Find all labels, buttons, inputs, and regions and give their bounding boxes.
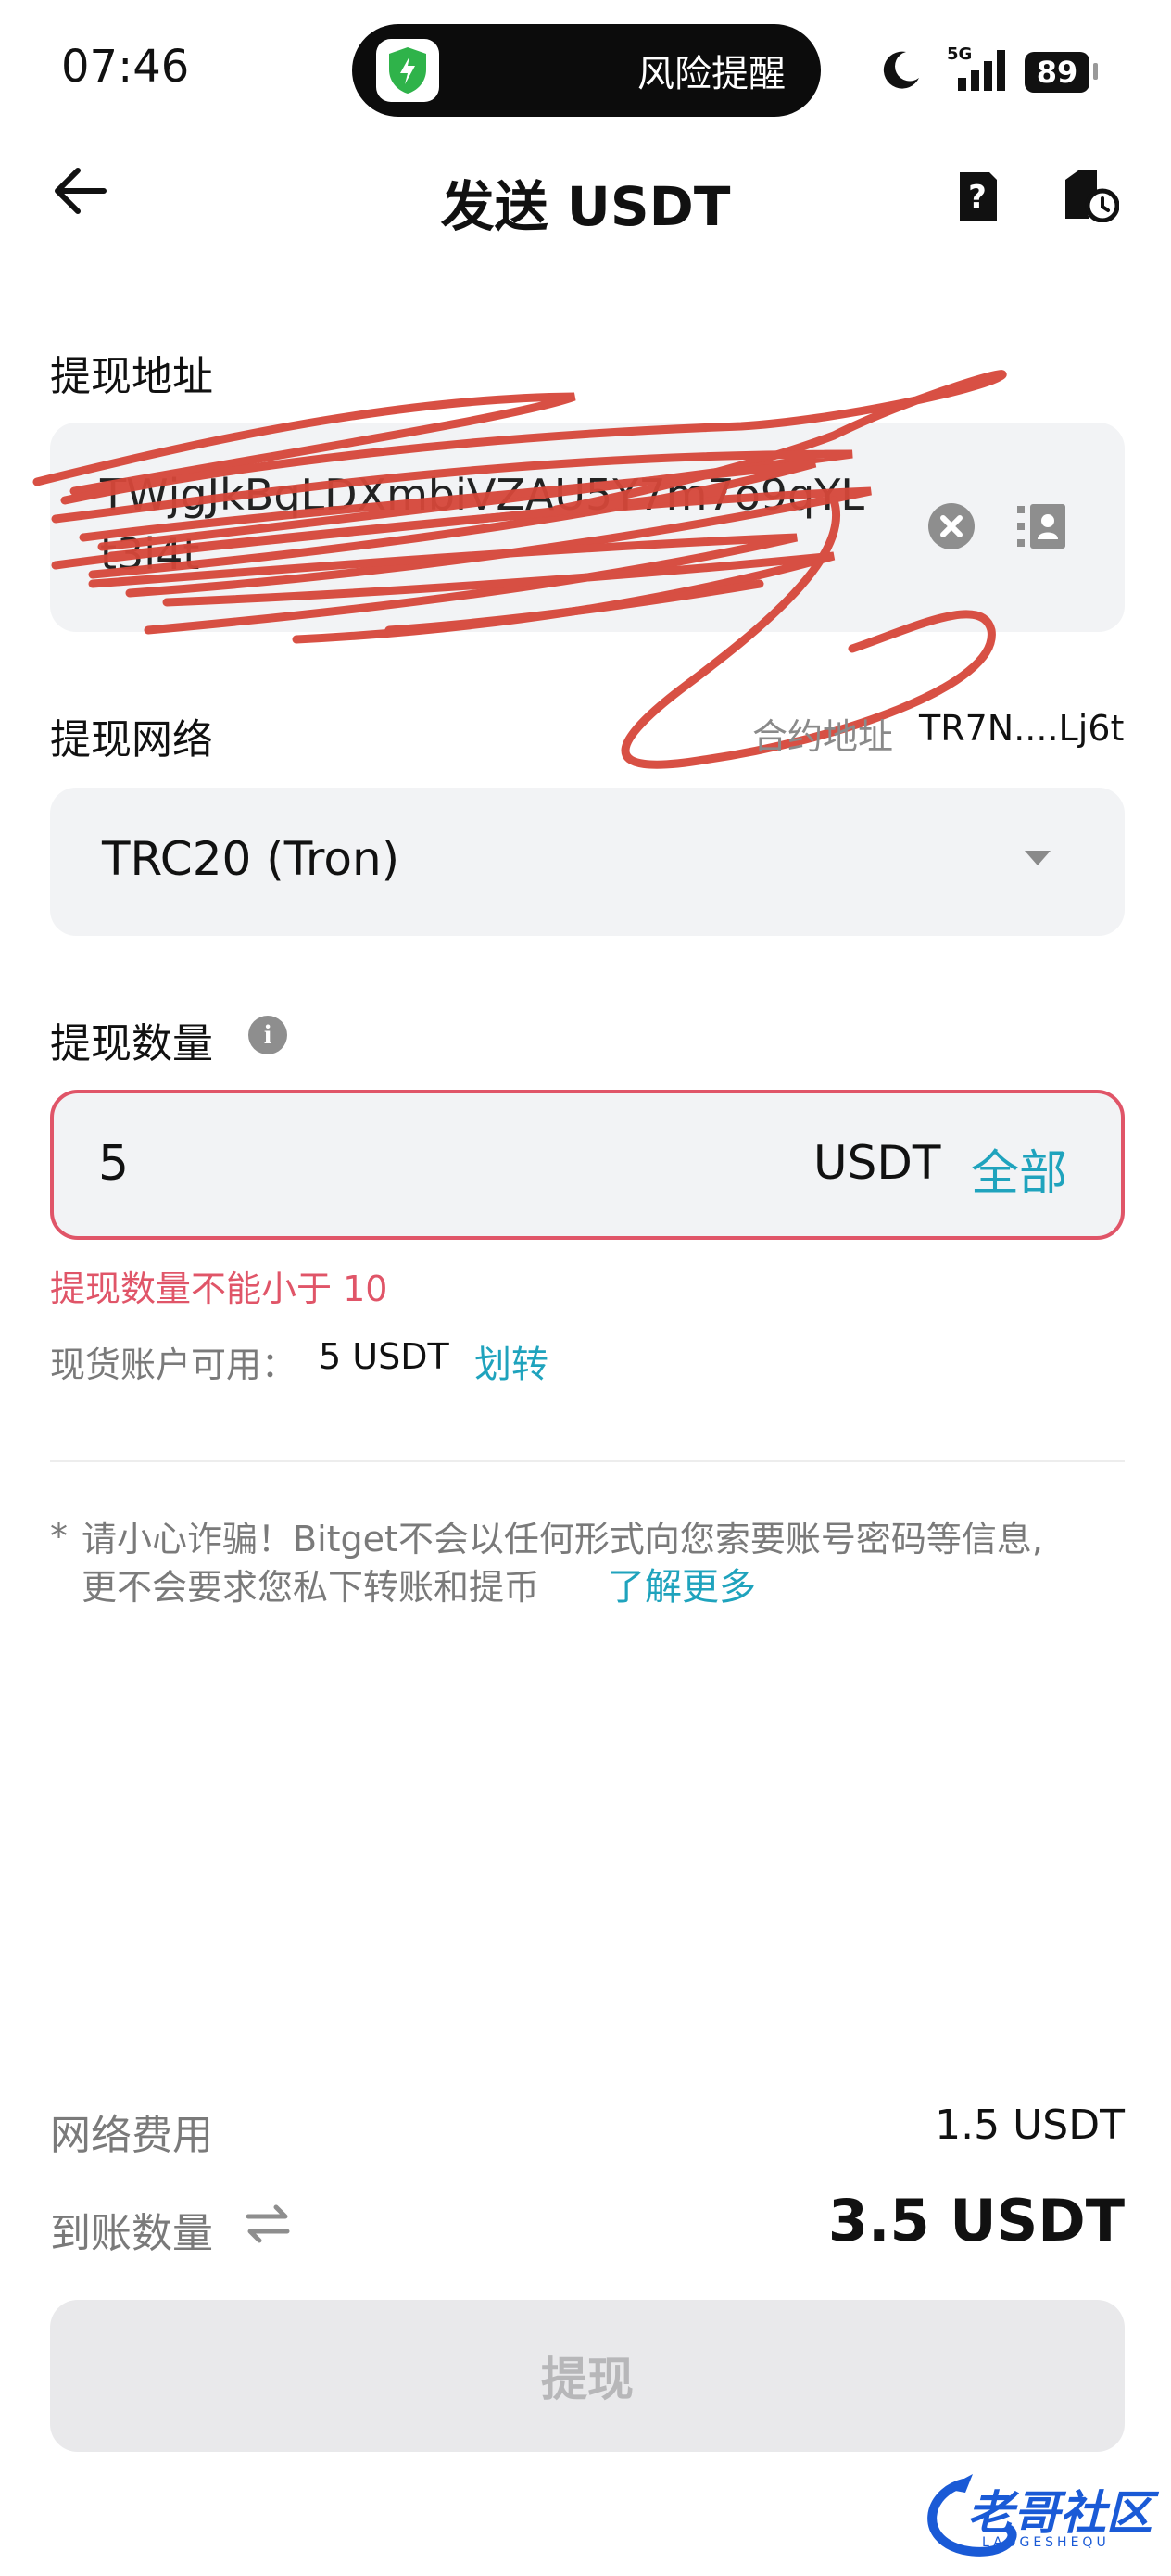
- receive-amount-value: 3.5 USDT: [827, 2187, 1125, 2254]
- contacts-icon[interactable]: [1015, 502, 1067, 554]
- network-fee-value: 1.5 USDT: [935, 2102, 1125, 2149]
- transfer-link[interactable]: 划转: [474, 1334, 548, 1388]
- contract-address-label: 合约地址: [752, 716, 894, 757]
- caret-down-icon[interactable]: [1025, 851, 1051, 865]
- contract-address-value[interactable]: TR7N....Lj6t: [919, 708, 1124, 749]
- info-icon[interactable]: i: [248, 1016, 287, 1054]
- network-selected-value[interactable]: TRC20 (Tron): [102, 832, 399, 886]
- moon-icon: [878, 46, 925, 96]
- warning-text-line2: 更不会要求您私下转账和提币: [82, 1567, 540, 1608]
- watermark-text: 老哥社区: [967, 2486, 1152, 2540]
- divider: [50, 1460, 1125, 1462]
- withdraw-submit-button[interactable]: 提现: [50, 2300, 1125, 2452]
- network-type: 5G: [947, 44, 972, 64]
- battery-tip: [1093, 63, 1098, 80]
- warning-text-line1: 请小心诈骗！Bitget不会以任何形式向您索要账号密码等信息,: [82, 1519, 1044, 1559]
- signal-icon: 5G: [941, 43, 1019, 102]
- shield-icon: [376, 39, 439, 102]
- network-label: 提现网络: [50, 716, 213, 764]
- quantity-input[interactable]: 5: [98, 1136, 129, 1192]
- quantity-field[interactable]: [50, 1090, 1125, 1240]
- dynamic-island-alert[interactable]: 风险提醒: [352, 24, 821, 117]
- alert-text: 风险提醒: [637, 53, 786, 95]
- withdraw-all-button[interactable]: 全部: [971, 1134, 1067, 1204]
- quantity-error-text: 提现数量不能小于 10: [50, 1269, 388, 1309]
- quantity-unit: USDT: [813, 1136, 941, 1190]
- history-icon[interactable]: [1062, 169, 1120, 226]
- watermark-subtext: LAOGESHEQU: [982, 2535, 1110, 2550]
- available-balance-label: 现货账户可用：: [50, 1345, 297, 1385]
- quantity-label: 提现数量: [50, 1020, 213, 1067]
- status-time: 07:46: [61, 41, 190, 93]
- available-balance-value: 5 USDT: [319, 1336, 449, 1377]
- svg-text:?: ?: [968, 179, 987, 216]
- receive-amount-label: 到账数量: [50, 2210, 213, 2257]
- swap-icon[interactable]: [245, 2203, 291, 2248]
- warning-asterisk: *: [50, 1516, 68, 1557]
- network-fee-label: 网络费用: [50, 2112, 213, 2159]
- help-icon[interactable]: ?: [954, 170, 1001, 226]
- clear-icon[interactable]: [926, 501, 976, 555]
- battery-indicator: 89: [1025, 52, 1089, 93]
- learn-more-link[interactable]: 了解更多: [608, 1557, 756, 1610]
